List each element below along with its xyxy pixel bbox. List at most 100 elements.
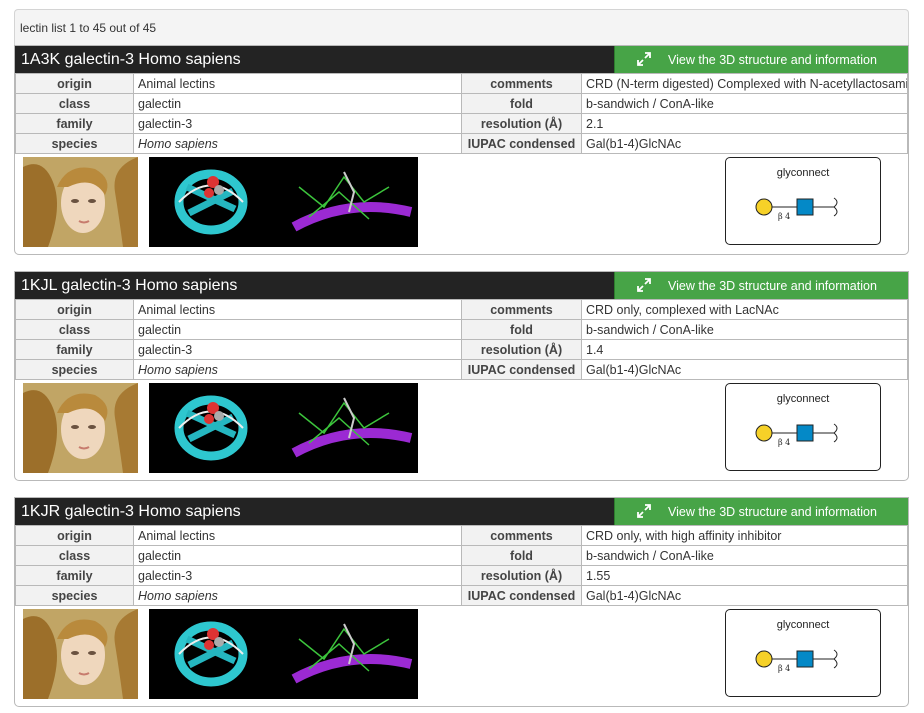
- table-row: origin Animal lectins comments CRD (N-te…: [15, 73, 908, 94]
- resolution-label: resolution (Å): [461, 339, 582, 360]
- view-3d-structure-button[interactable]: View the 3D structure and information: [614, 498, 908, 525]
- linkage-label: β 4: [778, 212, 790, 221]
- expand-icon: [637, 52, 651, 66]
- iupac-label: IUPAC condensed: [461, 585, 582, 606]
- glycan-diagram: β 4: [755, 649, 838, 673]
- table-row: origin Animal lectins comments CRD only,…: [15, 299, 908, 320]
- origin-label: origin: [15, 525, 134, 546]
- galactose-circle: [755, 198, 773, 216]
- iupac-value: Gal(b1-4)GlcNAc: [581, 133, 908, 154]
- card-title: 1KJL galectin-3 Homo sapiens: [21, 277, 238, 294]
- table-row: species Homo sapiens IUPAC condensed Gal…: [15, 359, 908, 380]
- card-media: glyconnect β 4: [15, 606, 908, 706]
- class-label: class: [15, 319, 134, 340]
- glcnac-square: [796, 424, 814, 442]
- origin-value: Animal lectins: [133, 299, 462, 320]
- linkage-label: β 4: [778, 438, 790, 447]
- table-row: class galectin fold b-sandwich / ConA-li…: [15, 545, 908, 566]
- lectin-info-table: origin Animal lectins comments CRD (N-te…: [15, 73, 908, 154]
- class-value: galectin: [133, 545, 462, 566]
- view-3d-label: View the 3D structure and information: [668, 505, 877, 519]
- protein-structure-image: [149, 609, 418, 699]
- card-header: 1KJR galectin-3 Homo sapiens View the 3D…: [15, 498, 908, 525]
- origin-portrait-image: [23, 383, 138, 473]
- origin-value: Animal lectins: [133, 525, 462, 546]
- origin-label: origin: [15, 299, 134, 320]
- glyconnect-label: glyconnect: [776, 619, 830, 631]
- class-value: galectin: [133, 93, 462, 114]
- iupac-value: Gal(b1-4)GlcNAc: [581, 359, 908, 380]
- species-value: Homo sapiens: [133, 359, 462, 380]
- lectin-card: 1KJL galectin-3 Homo sapiens View the 3D…: [14, 271, 909, 481]
- comments-label: comments: [461, 525, 582, 546]
- origin-portrait-image: [23, 157, 138, 247]
- card-media: glyconnect β 4: [15, 154, 908, 254]
- species-label: species: [15, 585, 134, 606]
- view-3d-label: View the 3D structure and information: [668, 279, 877, 293]
- species-label: species: [15, 359, 134, 380]
- glyconnect-label: glyconnect: [776, 167, 830, 179]
- species-value: Homo sapiens: [133, 133, 462, 154]
- lectin-info-table: origin Animal lectins comments CRD only,…: [15, 525, 908, 606]
- glyconnect-panel[interactable]: glyconnect β 4: [725, 383, 881, 471]
- table-row: class galectin fold b-sandwich / ConA-li…: [15, 319, 908, 340]
- fold-value: b-sandwich / ConA-like: [581, 319, 908, 340]
- family-label: family: [15, 113, 134, 134]
- family-value: galectin-3: [133, 339, 462, 360]
- fold-value: b-sandwich / ConA-like: [581, 545, 908, 566]
- iupac-label: IUPAC condensed: [461, 133, 582, 154]
- glycan-diagram: β 4: [755, 423, 838, 447]
- glyconnect-panel[interactable]: glyconnect β 4: [725, 609, 881, 697]
- table-row: class galectin fold b-sandwich / ConA-li…: [15, 93, 908, 114]
- card-media: glyconnect β 4: [15, 380, 908, 480]
- glyconnect-panel[interactable]: glyconnect β 4: [725, 157, 881, 245]
- class-label: class: [15, 545, 134, 566]
- expand-icon: [637, 504, 651, 518]
- comments-label: comments: [461, 299, 582, 320]
- card-title: 1KJR galectin-3 Homo sapiens: [21, 503, 241, 520]
- expand-icon: [637, 278, 651, 292]
- fold-label: fold: [461, 545, 582, 566]
- family-value: galectin-3: [133, 565, 462, 586]
- card-title: 1A3K galectin-3 Homo sapiens: [21, 51, 241, 68]
- protein-structure-image: [149, 383, 418, 473]
- view-3d-structure-button[interactable]: View the 3D structure and information: [614, 46, 908, 73]
- galactose-circle: [755, 650, 773, 668]
- comments-value: CRD only, complexed with LacNAc: [581, 299, 908, 320]
- card-header: 1A3K galectin-3 Homo sapiens View the 3D…: [15, 46, 908, 73]
- linkage-label: β 4: [778, 664, 790, 673]
- species-label: species: [15, 133, 134, 154]
- fold-label: fold: [461, 93, 582, 114]
- comments-label: comments: [461, 73, 582, 94]
- fold-value: b-sandwich / ConA-like: [581, 93, 908, 114]
- resolution-label: resolution (Å): [461, 565, 582, 586]
- family-value: galectin-3: [133, 113, 462, 134]
- table-row: species Homo sapiens IUPAC condensed Gal…: [15, 133, 908, 154]
- table-row: family galectin-3 resolution (Å) 2.1: [15, 113, 908, 134]
- class-label: class: [15, 93, 134, 114]
- glcnac-square: [796, 650, 814, 668]
- lectin-card: 1KJR galectin-3 Homo sapiens View the 3D…: [14, 497, 909, 707]
- origin-value: Animal lectins: [133, 73, 462, 94]
- iupac-label: IUPAC condensed: [461, 359, 582, 380]
- class-value: galectin: [133, 319, 462, 340]
- protein-structure-image: [149, 157, 418, 247]
- fold-label: fold: [461, 319, 582, 340]
- iupac-value: Gal(b1-4)GlcNAc: [581, 585, 908, 606]
- resolution-value: 1.55: [581, 565, 908, 586]
- list-header-bar: lectin list 1 to 45 out of 45: [14, 9, 909, 45]
- view-3d-structure-button[interactable]: View the 3D structure and information: [614, 272, 908, 299]
- table-row: family galectin-3 resolution (Å) 1.55: [15, 565, 908, 586]
- resolution-label: resolution (Å): [461, 113, 582, 134]
- galactose-circle: [755, 424, 773, 442]
- species-value: Homo sapiens: [133, 585, 462, 606]
- resolution-value: 1.4: [581, 339, 908, 360]
- list-count: lectin list 1 to 45 out of 45: [20, 21, 157, 35]
- resolution-value: 2.1: [581, 113, 908, 134]
- comments-value: CRD only, with high affinity inhibitor: [581, 525, 908, 546]
- table-row: species Homo sapiens IUPAC condensed Gal…: [15, 585, 908, 606]
- lectin-info-table: origin Animal lectins comments CRD only,…: [15, 299, 908, 380]
- glycan-diagram: β 4: [755, 197, 838, 221]
- origin-portrait-image: [23, 609, 138, 699]
- card-header: 1KJL galectin-3 Homo sapiens View the 3D…: [15, 272, 908, 299]
